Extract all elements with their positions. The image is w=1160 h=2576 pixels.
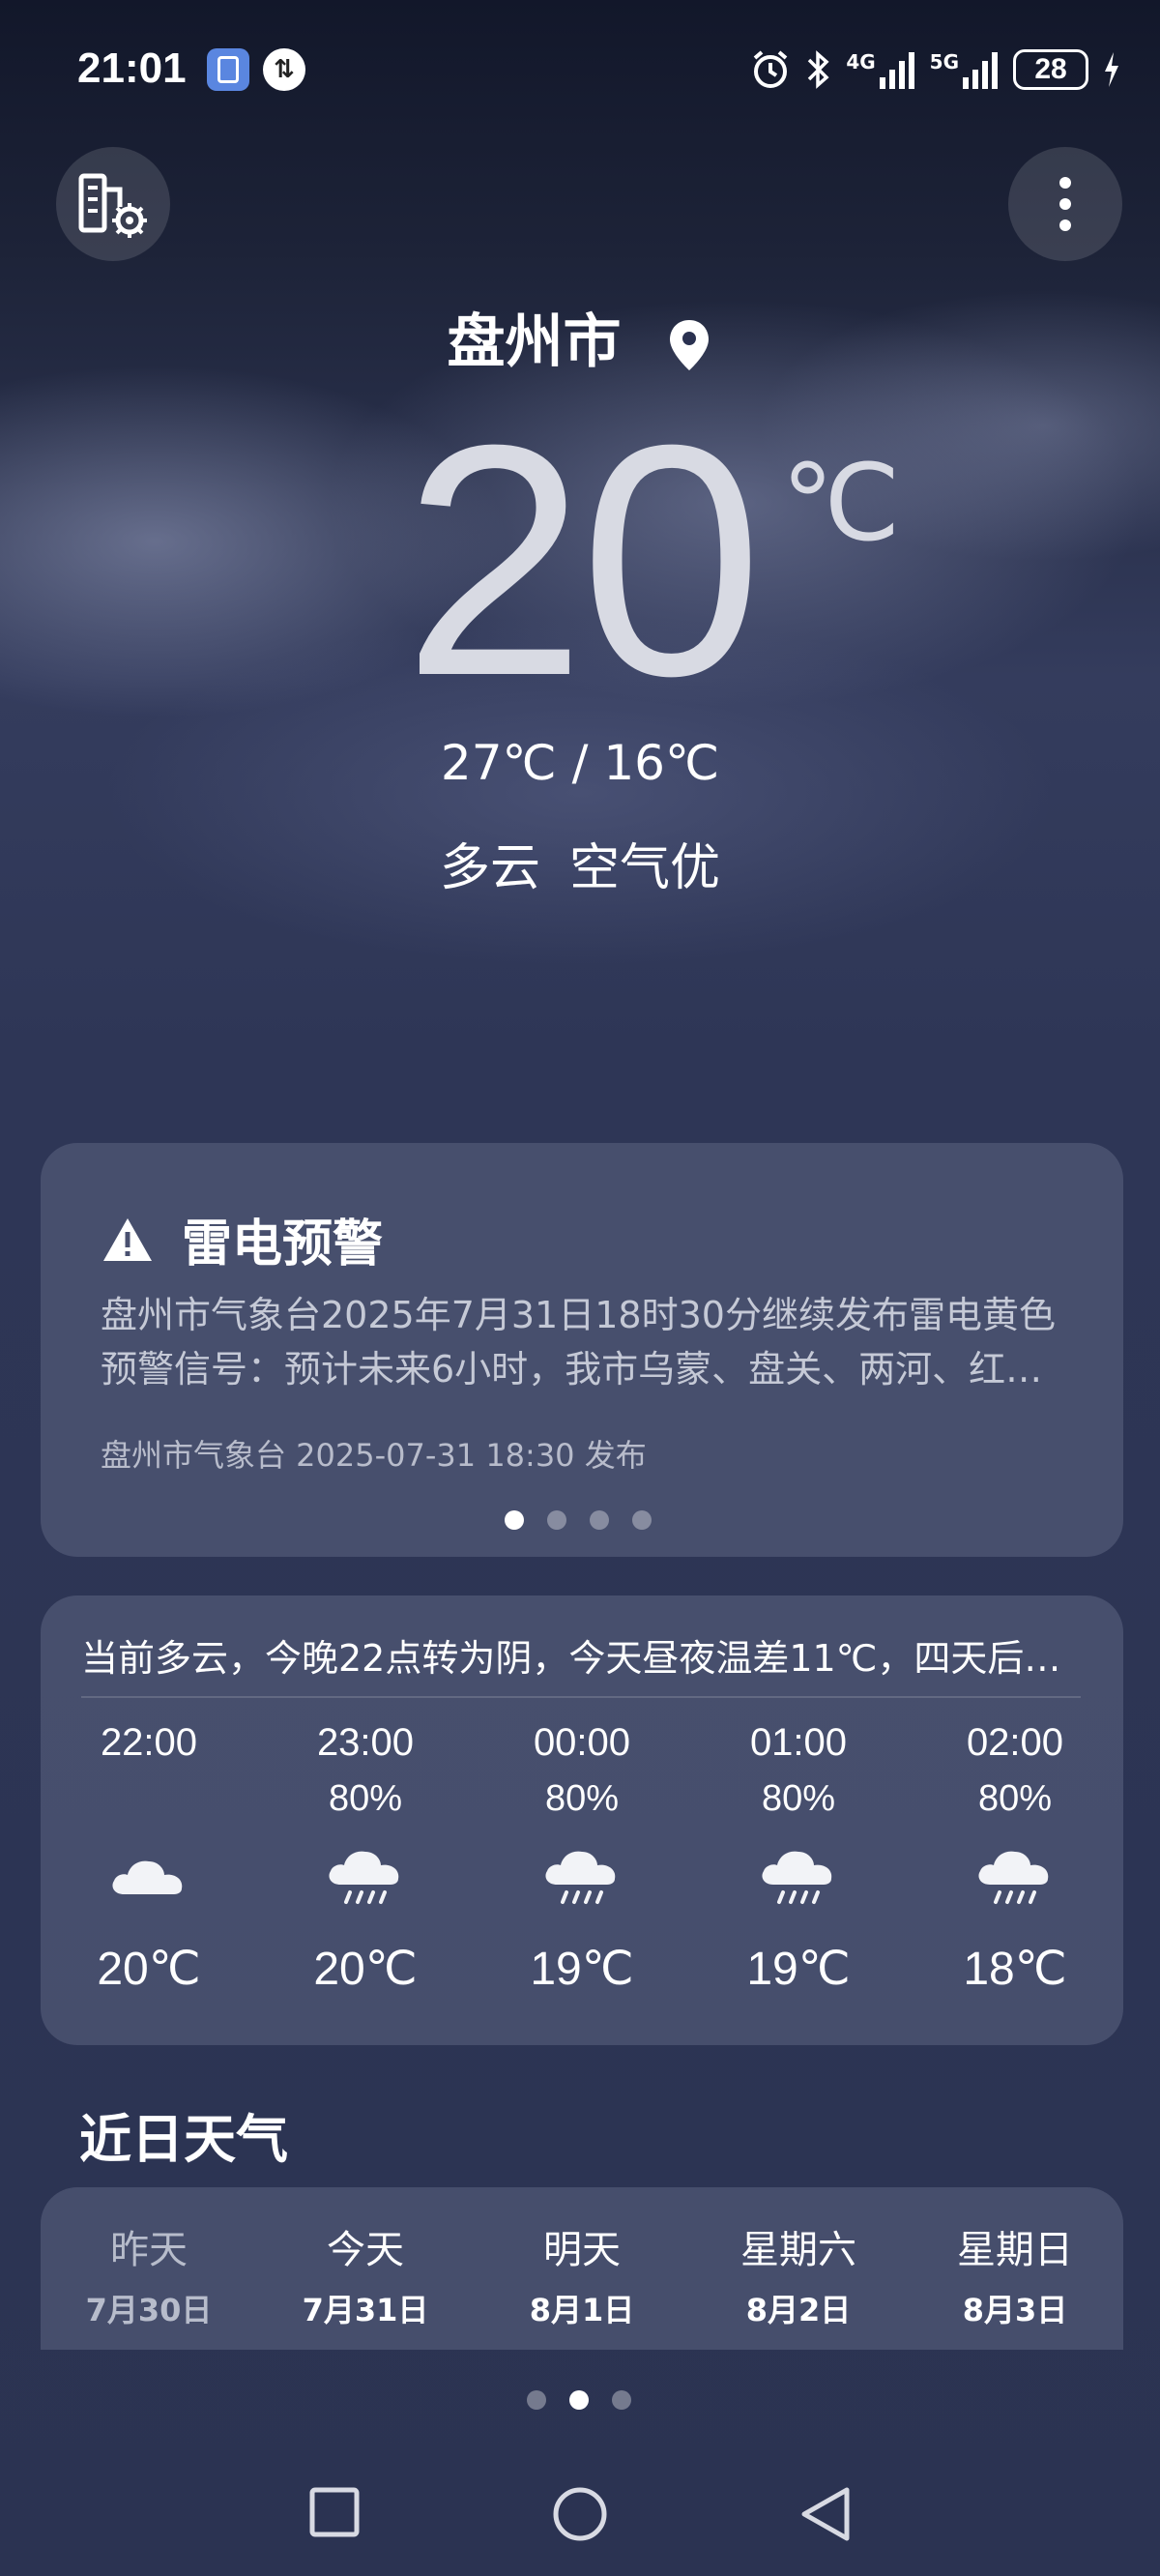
- more-options-button[interactable]: [1008, 147, 1122, 261]
- data-transfer-icon: ⇅: [263, 48, 305, 91]
- current-temperature: 20: [402, 377, 763, 745]
- alert-page-indicator: [505, 1510, 652, 1530]
- rain-cloud-icon: [762, 1851, 832, 1904]
- day-name: 昨天: [110, 2228, 188, 2272]
- weather-alert-card[interactable]: 雷电预警 盘州市气象台2025年7月31日18时30分继续发布雷电黄色预警信号：…: [41, 1143, 1123, 1557]
- sun-icon: [986, 2340, 1044, 2350]
- hour-item: 01:00 80% 19℃: [690, 1721, 907, 2031]
- sun-icon: [769, 2340, 827, 2350]
- day-item[interactable]: 星期六 8月2日: [690, 2218, 907, 2350]
- sun-icon: [336, 2340, 394, 2350]
- hour-precip: 80%: [328, 1778, 403, 1819]
- daily-list[interactable]: 昨天 7月30日 今天 7月31日 明天 8月1日 星期六 8月2日 星期日 8…: [41, 2218, 1123, 2350]
- page-dot: [527, 2390, 546, 2410]
- city-name: 盘州市: [447, 308, 622, 376]
- condition-line: 多云 空气优: [0, 827, 1160, 899]
- rain-cloud-icon: [545, 1851, 616, 1904]
- hour-temp: 20℃: [313, 1944, 418, 1995]
- sun-icon: [553, 2340, 611, 2350]
- day-date: 8月3日: [962, 2292, 1068, 2328]
- status-time: 21:01: [77, 44, 187, 92]
- more-vertical-icon: [1059, 177, 1071, 231]
- alert-title: 雷电预警: [101, 1203, 383, 1275]
- cloud-icon: [120, 2340, 178, 2350]
- page-dot: [632, 1510, 652, 1530]
- location-pin-icon: [670, 320, 710, 371]
- day-date: 7月31日: [302, 2292, 429, 2328]
- navigation-bar: [0, 2475, 1160, 2553]
- charging-icon: [1105, 52, 1118, 87]
- signal-bars-icon: [963, 52, 998, 89]
- status-icons: 4G 5G 28: [749, 46, 1121, 93]
- page-dot: [569, 2390, 589, 2410]
- page-dot: [547, 1510, 566, 1530]
- recents-button[interactable]: [307, 2485, 362, 2539]
- day-item[interactable]: 昨天 7月30日: [41, 2218, 257, 2350]
- hour-item: 02:00 80% 18℃: [907, 1721, 1123, 2031]
- alert-source: 盘州市气象台 2025-07-31 18:30 发布: [101, 1437, 647, 1474]
- rain-cloud-icon: [329, 1851, 399, 1904]
- hourly-list[interactable]: 22:00 20℃ 23:00 80% 20℃ 00:00 80% 19℃ 01…: [41, 1721, 1123, 2031]
- city-management-button[interactable]: [56, 147, 170, 261]
- hour-item: 22:00 20℃: [41, 1721, 257, 2031]
- hourly-forecast-card[interactable]: 当前多云，今晚22点转为阴，今天昼夜温差11℃，四天后… 22:00 20℃ 2…: [41, 1595, 1123, 2045]
- status-bar: 21:01 ⇅ 4G 5G 28: [0, 0, 1160, 140]
- day-name: 今天: [327, 2228, 404, 2272]
- day-date: 8月2日: [745, 2292, 852, 2328]
- battery-indicator: 28: [1013, 49, 1088, 90]
- notes-app-icon: [207, 48, 249, 91]
- temperature-range: 27℃ / 16℃: [440, 735, 720, 791]
- day-name: 星期六: [740, 2228, 856, 2272]
- day-item[interactable]: 明天 8月1日: [474, 2218, 690, 2350]
- hour-time: 23:00: [316, 1721, 415, 1764]
- city-page-indicator: [527, 2390, 631, 2410]
- alert-body: 盘州市气象台2025年7月31日18时30分继续发布雷电黄色预警信号：预计未来6…: [101, 1294, 1056, 1390]
- day-date: 7月30日: [85, 2292, 213, 2328]
- page-dot: [612, 2390, 631, 2410]
- weather-condition: 多云: [439, 839, 540, 897]
- signal-4g: 4G: [846, 50, 915, 89]
- hour-precip: 80%: [977, 1778, 1053, 1819]
- daily-forecast-card[interactable]: 昨天 7月30日 今天 7月31日 明天 8月1日 星期六 8月2日 星期日 8…: [41, 2187, 1123, 2350]
- day-name: 明天: [543, 2228, 621, 2272]
- home-button[interactable]: [551, 2485, 609, 2543]
- page-dot: [590, 1510, 609, 1530]
- cloud-icon: [112, 1860, 183, 1894]
- hour-time: 22:00: [100, 1721, 198, 1764]
- hour-item: 00:00 80% 19℃: [474, 1721, 690, 2031]
- hour-temp: 19℃: [530, 1944, 634, 1995]
- divider: [81, 1696, 1081, 1698]
- hour-temp: 20℃: [97, 1944, 201, 1995]
- alarm-icon: [754, 50, 788, 88]
- signal-5g: 5G: [930, 50, 1000, 89]
- hour-temp: 19℃: [746, 1944, 851, 1995]
- hour-time: 01:00: [749, 1721, 848, 1764]
- city-title[interactable]: 盘州市: [0, 295, 1160, 379]
- back-button[interactable]: [798, 2485, 853, 2543]
- hour-item: 23:00 80% 20℃: [257, 1721, 474, 2031]
- bluetooth-icon: [808, 50, 829, 89]
- hour-precip: [41, 1778, 257, 1823]
- hour-precip: 80%: [544, 1778, 620, 1819]
- hour-time: 00:00: [533, 1721, 631, 1764]
- hour-temp: 18℃: [963, 1944, 1067, 1995]
- daily-section-title: 近日天气: [79, 2109, 288, 2170]
- signal-bars-icon: [879, 52, 914, 89]
- forecast-summary: 当前多云，今晚22点转为阴，今天昼夜温差11℃，四天后…: [81, 1637, 1061, 1680]
- temperature-unit: ℃: [781, 444, 901, 563]
- day-name: 星期日: [957, 2228, 1073, 2272]
- warning-icon: [103, 1217, 152, 1261]
- rain-cloud-icon: [978, 1851, 1049, 1904]
- hour-precip: 80%: [761, 1778, 836, 1819]
- air-quality[interactable]: 空气优: [569, 839, 720, 897]
- day-item[interactable]: 星期日 8月3日: [907, 2218, 1123, 2350]
- city-settings-icon: [78, 173, 147, 238]
- page-dot: [505, 1510, 524, 1530]
- hour-time: 02:00: [966, 1721, 1064, 1764]
- day-date: 8月1日: [529, 2292, 635, 2328]
- day-item[interactable]: 今天 7月31日: [257, 2218, 474, 2350]
